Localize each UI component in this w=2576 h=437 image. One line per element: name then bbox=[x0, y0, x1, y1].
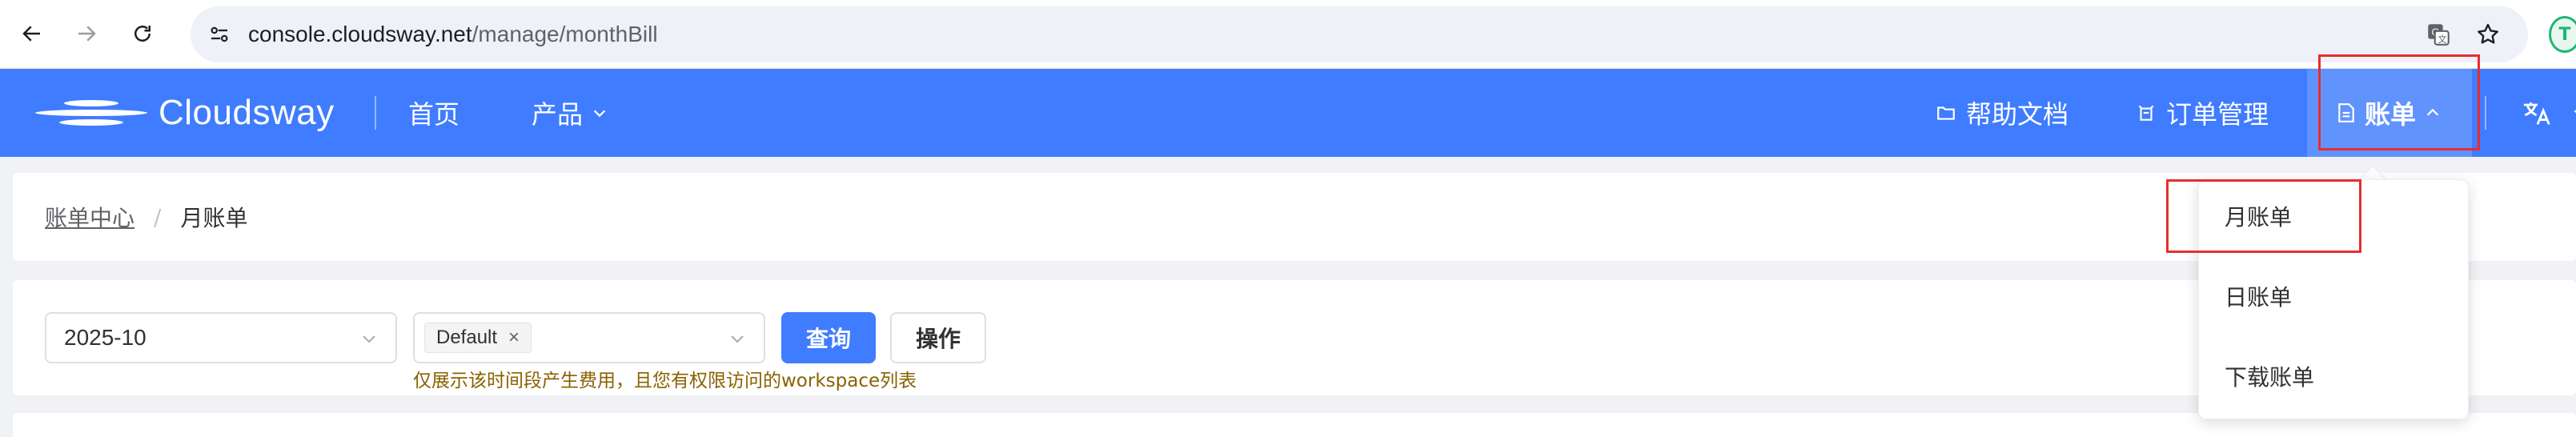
url-host: console.cloudsway.net bbox=[248, 22, 472, 46]
arrow-left-icon bbox=[22, 26, 40, 42]
back-button[interactable] bbox=[10, 11, 54, 56]
url-path: /manage/monthBill bbox=[471, 22, 658, 46]
filter-card: 2025-10 Default × 查询 操作 仅展示该时间段产生费用，且您有权… bbox=[13, 280, 2576, 395]
workspace-select[interactable]: Default × bbox=[413, 312, 765, 363]
breadcrumb: 账单中心 / 月账单 bbox=[45, 173, 247, 261]
breadcrumb-current: 月账单 bbox=[180, 205, 248, 231]
menu-item-monthly-bill[interactable]: 月账单 bbox=[2225, 198, 2292, 238]
browser-toolbar: console.cloudsway.net/manage/monthBill G… bbox=[0, 0, 2576, 69]
chevron-down-icon bbox=[593, 110, 606, 118]
header-divider bbox=[375, 96, 376, 130]
workspace-tag: Default × bbox=[424, 323, 532, 353]
close-icon[interactable]: × bbox=[508, 327, 520, 349]
url-text: console.cloudsway.net/manage/monthBill bbox=[248, 6, 658, 62]
extension-icon[interactable]: T bbox=[2549, 16, 2576, 53]
bills-dropdown: 月账单 日账单 下载账单 bbox=[2198, 179, 2469, 419]
nav-products[interactable]: 产品 bbox=[532, 69, 608, 157]
translate-icon[interactable]: G文 bbox=[2424, 20, 2453, 49]
bookmark-star-icon[interactable] bbox=[2474, 20, 2502, 49]
chevron-down-icon bbox=[727, 328, 748, 349]
folder-icon bbox=[1937, 106, 1955, 120]
language-switch[interactable] bbox=[2522, 69, 2576, 157]
query-button[interactable]: 查询 bbox=[781, 312, 876, 363]
chevron-up-icon bbox=[2426, 108, 2439, 116]
reload-button[interactable] bbox=[120, 11, 165, 56]
extension-badge: T bbox=[2558, 24, 2571, 45]
breadcrumb-bill-center[interactable]: 账单中心 bbox=[45, 201, 134, 233]
breadcrumb-separator: / bbox=[154, 203, 162, 231]
nav-orders[interactable]: 订单管理 bbox=[2136, 69, 2269, 157]
nav-home[interactable]: 首页 bbox=[408, 69, 459, 157]
bill-icon bbox=[2338, 103, 2354, 122]
breadcrumb-card: 账单中心 / 月账单 bbox=[13, 173, 2576, 261]
site-settings-icon[interactable] bbox=[205, 20, 234, 49]
chevron-down-icon bbox=[359, 328, 379, 349]
forward-button[interactable] bbox=[64, 11, 109, 56]
month-value: 2025-10 bbox=[64, 325, 146, 350]
order-icon bbox=[2138, 105, 2154, 121]
language-chevron-icon bbox=[2574, 110, 2576, 114]
header-divider-right bbox=[2485, 96, 2486, 130]
logo[interactable]: Cloudsway bbox=[35, 69, 335, 157]
svg-text:文: 文 bbox=[2438, 34, 2446, 45]
nav-docs-label: 帮助文档 bbox=[1966, 99, 2069, 130]
workspace-tag-label: Default bbox=[436, 327, 498, 348]
nav-orders-label: 订单管理 bbox=[2166, 99, 2269, 130]
nav-bills[interactable]: 账单 bbox=[2307, 69, 2472, 157]
address-bar[interactable]: console.cloudsway.net/manage/monthBill G… bbox=[191, 6, 2528, 62]
content-card bbox=[13, 413, 2576, 437]
logo-text: Cloudsway bbox=[158, 93, 335, 132]
cloud-logo-icon bbox=[35, 100, 147, 126]
nav-home-label: 首页 bbox=[408, 99, 460, 130]
month-picker[interactable]: 2025-10 bbox=[45, 312, 397, 363]
menu-item-download-bill[interactable]: 下载账单 bbox=[2225, 358, 2314, 398]
action-button[interactable]: 操作 bbox=[890, 312, 986, 363]
nav-docs[interactable]: 帮助文档 bbox=[1936, 69, 2068, 157]
workspace-hint: 仅展示该时间段产生费用，且您有权限访问的workspace列表 bbox=[413, 371, 917, 391]
reload-icon bbox=[134, 26, 150, 42]
nav-products-label: 产品 bbox=[532, 99, 584, 130]
language-icon bbox=[2523, 102, 2550, 125]
nav-bills-label: 账单 bbox=[2364, 99, 2416, 130]
app-header: Cloudsway 首页 产品 帮助文档 订单管理 账单 bbox=[0, 69, 2576, 157]
menu-item-daily-bill[interactable]: 日账单 bbox=[2225, 278, 2292, 318]
arrow-right-icon bbox=[78, 26, 96, 42]
